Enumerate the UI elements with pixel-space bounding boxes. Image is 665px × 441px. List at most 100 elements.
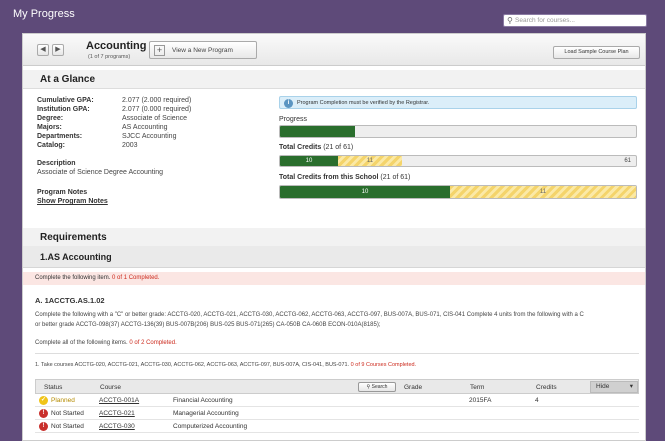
requirement-group-title: 1.AS Accounting	[23, 246, 645, 268]
registrar-info-box: i Program Completion must be verified by…	[279, 96, 637, 109]
top-bar: My Progress ⚲ Search for courses...	[0, 0, 665, 28]
course-search-input[interactable]: ⚲ Search for courses...	[503, 14, 647, 27]
row-course-title: Computerized Accounting	[173, 423, 248, 430]
at-a-glance-header: At a Glance	[23, 70, 645, 89]
course-search-label: Search	[371, 384, 388, 390]
plus-icon: +	[154, 45, 165, 56]
total-credits-completed-segment: 10	[280, 156, 338, 166]
school-credits-label-row: Total Credits from this School (21 of 61…	[279, 174, 410, 181]
total-credits-completed-value: 10	[305, 158, 313, 164]
chevron-left-icon: ◀	[40, 46, 46, 53]
table-header: Status Course ⚲ Search Grade Term Credit…	[35, 379, 639, 394]
school-credits-completed-value: 10	[361, 189, 369, 195]
table-row: ! Not Started ACCTG-030 Computerized Acc…	[35, 420, 639, 433]
total-credits-label: Total Credits	[279, 144, 322, 151]
degree-value: Associate of Science	[122, 115, 187, 122]
take-courses-status: 0 of 9 Courses Completed.	[350, 362, 417, 368]
course-search-button[interactable]: ⚲ Search	[358, 382, 396, 392]
requirement-text-line-2: or better grade ACCTG-098(37) ACCTG-136(…	[35, 322, 381, 328]
institution-gpa-label: Institution GPA:	[37, 106, 90, 113]
majors-value: AS Accounting	[122, 124, 168, 131]
group-status-row: Complete the following item. 0 of 1 Comp…	[23, 272, 645, 285]
departments-label: Departments:	[37, 133, 83, 140]
row-status: Planned	[51, 397, 75, 404]
row-course-code-link[interactable]: ACCTG-001A	[99, 397, 139, 404]
school-credits-count: (21 of 61)	[380, 174, 411, 181]
school-credits-label: Total Credits from this School	[279, 174, 379, 181]
row-status: Not Started	[51, 423, 84, 430]
description-label: Description	[37, 160, 76, 167]
all-items-row: Complete all of the following items. 0 o…	[35, 340, 177, 346]
group-instruction: Complete the following item.	[35, 275, 111, 281]
majors-label: Majors:	[37, 124, 62, 131]
not-started-status-icon: !	[39, 409, 48, 418]
table-row: ! Not Started ACCTG-021 Managerial Accou…	[35, 407, 639, 420]
requirements-header: Requirements	[23, 228, 645, 247]
registrar-info-text: Program Completion must be verified by t…	[297, 100, 430, 106]
program-toolbar: ◀ ▶ Accounting (1 of 7 programs) + View …	[23, 34, 645, 66]
row-course-code-link[interactable]: ACCTG-021	[99, 410, 135, 417]
cumulative-gpa-label: Cumulative GPA:	[37, 97, 94, 104]
col-course[interactable]: Course	[100, 384, 121, 391]
description-text: Associate of Science Degree Accounting	[37, 169, 164, 176]
row-status: Not Started	[51, 410, 84, 417]
total-credits-label-row: Total Credits (21 of 61)	[279, 144, 353, 151]
program-notes-label: Program Notes	[37, 189, 88, 196]
requirement-item-title: A. 1ACCTG.AS.1.02	[35, 296, 105, 305]
school-credits-planned-segment: 11	[450, 186, 636, 198]
row-credits: 4	[535, 397, 539, 404]
catalog-value: 2003	[122, 142, 138, 149]
page-title: My Progress	[13, 8, 75, 20]
search-icon: ⚲	[507, 16, 513, 25]
table-row: ✓ Planned ACCTG-001A Financial Accountin…	[35, 394, 639, 407]
col-term[interactable]: Term	[470, 384, 484, 391]
total-credits-planned-value: 11	[366, 158, 374, 164]
divider	[35, 353, 639, 354]
progress-bar	[279, 125, 637, 138]
progress-panel: ◀ ▶ Accounting (1 of 7 programs) + View …	[22, 33, 646, 441]
search-icon: ⚲	[366, 384, 371, 390]
row-course-code-link[interactable]: ACCTG-030	[99, 423, 135, 430]
load-sample-plan-button[interactable]: Load Sample Course Plan	[553, 46, 640, 59]
row-course-title: Financial Accounting	[173, 397, 233, 404]
chevron-down-icon: ▾	[629, 383, 633, 390]
institution-gpa-value: 2.077 (0.000 required)	[122, 106, 192, 113]
all-items-text: Complete all of the following items.	[35, 340, 128, 346]
school-credits-planned-value: 11	[539, 189, 547, 195]
chevron-right-icon: ▶	[55, 46, 61, 53]
progress-label: Progress	[279, 116, 308, 123]
search-placeholder: Search for courses...	[515, 17, 575, 24]
total-credits-bar: 10 11 61	[279, 155, 637, 167]
degree-label: Degree:	[37, 115, 64, 122]
all-items-status: 0 of 2 Completed.	[129, 340, 177, 346]
take-courses-text: 1. Take courses ACCTG-020, ACCTG-021, AC…	[35, 362, 350, 368]
program-name: Accounting	[86, 40, 147, 52]
col-status[interactable]: Status	[44, 384, 62, 391]
col-credits[interactable]: Credits	[536, 384, 557, 391]
catalog-label: Catalog:	[37, 142, 65, 149]
school-credits-bar: 10 11	[279, 185, 637, 199]
next-program-button[interactable]: ▶	[52, 44, 64, 56]
show-program-notes-link[interactable]: Show Program Notes	[37, 198, 108, 205]
row-term: 2015FA	[469, 397, 492, 404]
not-started-status-icon: !	[39, 422, 48, 431]
view-new-program-label: View a New Program	[172, 47, 233, 54]
total-credits-planned-segment: 11	[338, 156, 402, 166]
requirement-text-line-1: Complete the following with a "C" or bet…	[35, 312, 584, 318]
hide-label: Hide	[596, 383, 610, 390]
program-count: (1 of 7 programs)	[88, 54, 131, 60]
cumulative-gpa-value: 2.077 (2.000 required)	[122, 97, 192, 104]
group-status: 0 of 1 Completed.	[112, 275, 160, 281]
progress-fill	[280, 126, 355, 137]
take-courses-row: 1. Take courses ACCTG-020, ACCTG-021, AC…	[35, 362, 416, 368]
school-credits-completed-segment: 10	[280, 186, 450, 198]
total-credits-total-value: 61	[624, 158, 631, 164]
hide-dropdown[interactable]: Hide ▾	[590, 381, 638, 393]
departments-value: SJCC Accounting	[122, 133, 177, 140]
total-credits-count: (21 of 61)	[323, 144, 354, 151]
info-icon: i	[284, 98, 293, 108]
col-grade[interactable]: Grade	[404, 384, 422, 391]
prev-program-button[interactable]: ◀	[37, 44, 49, 56]
row-course-title: Managerial Accounting	[173, 410, 239, 417]
view-new-program-button[interactable]: + View a New Program	[149, 41, 257, 59]
